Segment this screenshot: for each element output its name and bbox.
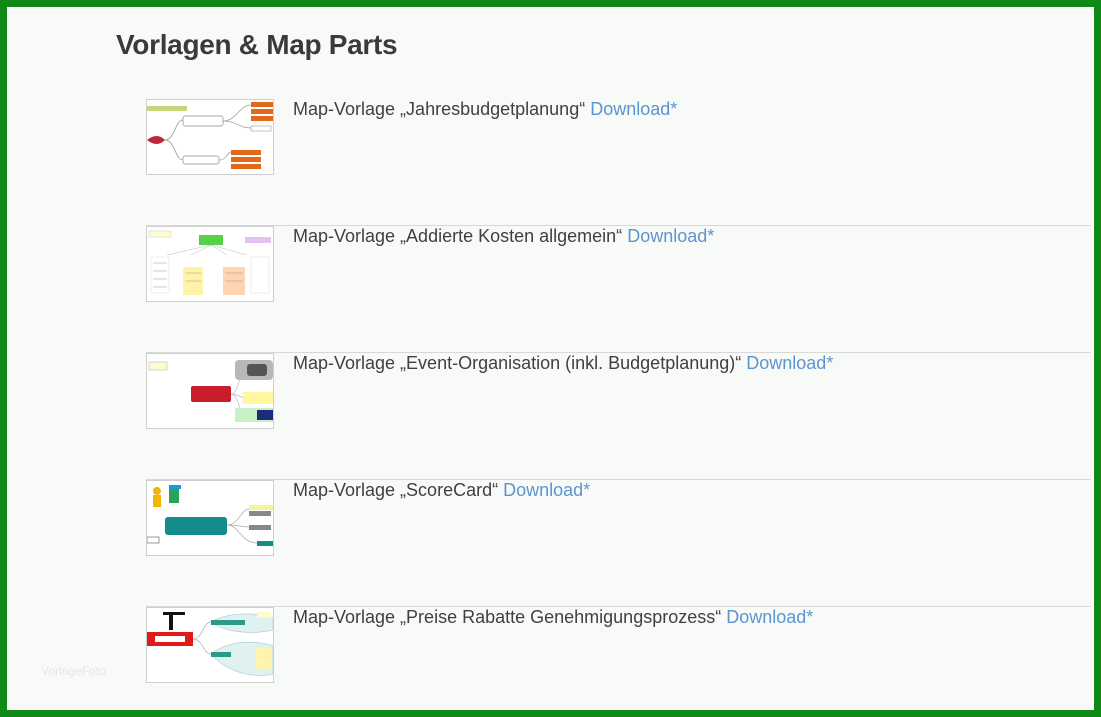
watermark: VorlageFoto	[41, 664, 106, 678]
template-thumbnail[interactable]	[146, 480, 274, 556]
download-link[interactable]: Download*	[503, 480, 590, 500]
download-link[interactable]: Download*	[746, 353, 833, 373]
list-item: Map-Vorlage „Event-Organisation (inkl. B…	[146, 353, 1091, 480]
template-thumbnail[interactable]	[146, 99, 274, 175]
page-title: Vorlagen & Map Parts	[116, 29, 398, 60]
download-link[interactable]: Download*	[627, 226, 714, 246]
item-label: Map-Vorlage „Event-Organisation (inkl. B…	[293, 353, 742, 373]
item-title: Map-Vorlage „Preise Rabatte Genehmigungs…	[293, 607, 813, 628]
item-title: Map-Vorlage „Event-Organisation (inkl. B…	[293, 353, 833, 374]
right-rule	[1091, 7, 1094, 710]
item-label: Map-Vorlage „Preise Rabatte Genehmigungs…	[293, 607, 722, 627]
page-frame: Vorlagen & Map Parts Map-Vorlage „Jahres…	[0, 0, 1101, 717]
list-item: Map-Vorlage „Jahresbudgetplanung“ Downlo…	[146, 99, 1091, 226]
item-label: Map-Vorlage „ScoreCard“	[293, 480, 499, 500]
template-thumbnail[interactable]	[146, 353, 274, 429]
template-thumbnail[interactable]	[146, 226, 274, 302]
top-rule	[7, 7, 1094, 10]
item-label: Map-Vorlage „Addierte Kosten allgemein“	[293, 226, 623, 246]
list-item: Map-Vorlage „ScoreCard“ Download*	[146, 480, 1091, 607]
item-title: Map-Vorlage „Jahresbudgetplanung“ Downlo…	[293, 99, 677, 120]
download-link[interactable]: Download*	[726, 607, 813, 627]
template-thumbnail[interactable]	[146, 607, 274, 683]
list-item: Map-Vorlage „Preise Rabatte Genehmigungs…	[146, 607, 1091, 710]
list-item: Map-Vorlage „Addierte Kosten allgemein“ …	[146, 226, 1091, 353]
item-title: Map-Vorlage „Addierte Kosten allgemein“ …	[293, 226, 714, 247]
item-label: Map-Vorlage „Jahresbudgetplanung“	[293, 99, 586, 119]
download-link[interactable]: Download*	[590, 99, 677, 119]
item-title: Map-Vorlage „ScoreCard“ Download*	[293, 480, 590, 501]
